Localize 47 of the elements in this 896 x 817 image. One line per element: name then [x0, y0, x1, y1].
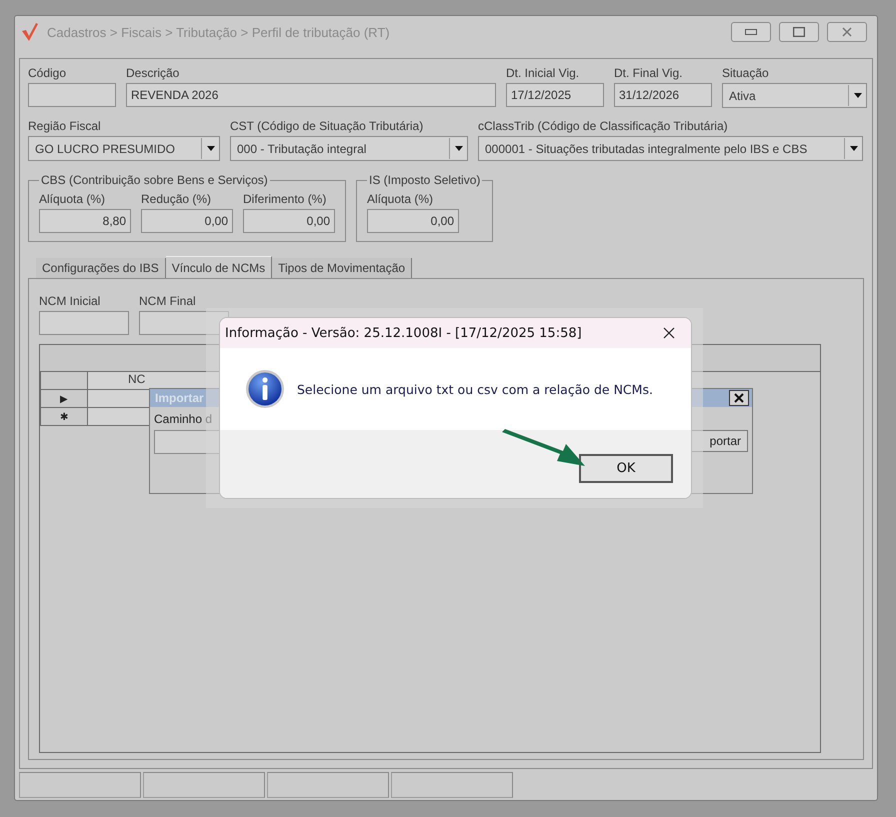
field-label: Dt. Inicial Vig. [506, 65, 580, 82]
input-field[interactable]: 0,00 [367, 209, 459, 233]
field-label: Diferimento (%) [243, 191, 328, 208]
input-field[interactable] [39, 311, 129, 335]
check-logo-icon [21, 22, 39, 42]
group-title: IS (Imposto Seletivo) [368, 173, 482, 187]
field-label: Alíquota (%) [39, 191, 106, 208]
input-field[interactable] [28, 83, 116, 107]
dropdown[interactable]: GO LUCRO PRESUMIDO [28, 136, 220, 161]
field-label: Região Fiscal [28, 118, 102, 135]
field-label: cClassTrib (Código de Classificação Tributária) [478, 118, 729, 135]
dropdown[interactable]: Ativa [722, 83, 867, 108]
info-icon [245, 369, 285, 409]
input-field[interactable]: 31/12/2026 [614, 83, 712, 107]
minimize-button[interactable] [731, 22, 771, 42]
close-icon [842, 27, 852, 37]
field-label: Dt. Final Vig. [614, 65, 684, 82]
field-label: Alíquota (%) [367, 191, 434, 208]
close-icon [663, 327, 675, 339]
input-field[interactable]: 0,00 [141, 209, 233, 233]
field-label: NCM Final [139, 293, 197, 310]
input-field[interactable]: REVENDA 2026 [126, 83, 496, 107]
minimize-icon [745, 29, 757, 35]
close-button[interactable] [729, 390, 749, 406]
group-title: CBS (Contribuição sobre Bens e Serviços) [40, 173, 269, 187]
tab[interactable]: Configurações do IBS [36, 258, 166, 278]
field-label: Código [28, 65, 68, 82]
close-icon [734, 393, 744, 403]
input-field[interactable]: 8,80 [39, 209, 131, 233]
field-label: Caminho d [154, 412, 212, 426]
field-label: Situação [722, 65, 770, 82]
field-label: CST (Código de Situação Tributária) [230, 118, 424, 135]
window-title: Importar [155, 391, 204, 405]
field-label: Redução (%) [141, 191, 212, 208]
maximize-button[interactable] [779, 22, 819, 42]
input-field[interactable]: 17/12/2025 [506, 83, 604, 107]
ok-button[interactable]: OK [579, 454, 673, 482]
dropdown[interactable]: 000 - Tributação integral [230, 136, 468, 161]
maximize-icon [793, 27, 805, 37]
tab[interactable]: Tipos de Movimentação [272, 258, 412, 278]
window-title: Cadastros > Fiscais > Tributação > Perfil de tributação (RT) [47, 24, 391, 40]
tab[interactable]: Vínculo de NCMs [166, 256, 272, 278]
dialog-title: Informação - Versão: 25.12.1008I - [17/12/2025 15:58] [225, 326, 583, 340]
field-label: Descrição [126, 65, 180, 82]
field-label: NCM Inicial [39, 293, 102, 310]
input-field[interactable]: 0,00 [243, 209, 335, 233]
dropdown[interactable]: 000001 - Situações tributadas integralmente pelo IBS e CBS [478, 136, 863, 161]
